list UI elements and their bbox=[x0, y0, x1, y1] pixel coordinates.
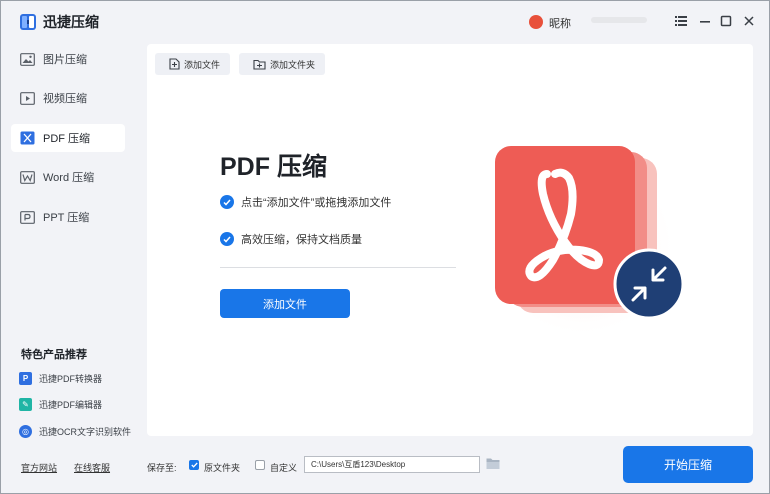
user-name[interactable]: 昵称 bbox=[549, 15, 571, 31]
custom-folder-label: 自定义 bbox=[270, 463, 298, 473]
ppt-compress-icon bbox=[19, 209, 35, 225]
output-path-input[interactable] bbox=[304, 456, 480, 473]
start-compress-button[interactable]: 开始压缩 bbox=[623, 446, 753, 483]
checkmark-icon bbox=[190, 462, 198, 468]
sidebar-item-label: Word 压缩 bbox=[43, 172, 95, 184]
save-to-label: 保存至: bbox=[147, 463, 177, 473]
product-label: 迅捷OCR文字识别软件 bbox=[39, 426, 131, 437]
sidebar: 图片压缩 视频压缩 PDF 压缩 Word 压缩 PPT 压缩 特色产品推荐 P… bbox=[1, 41, 141, 494]
product-pdf-converter[interactable]: P 迅捷PDF转换器 bbox=[19, 370, 102, 386]
image-compress-icon bbox=[19, 51, 35, 67]
sidebar-item-word[interactable]: Word 压缩 bbox=[11, 163, 125, 191]
ocr-icon: ◎ bbox=[19, 424, 32, 438]
add-folder-toolbar-button[interactable]: 添加文件夹 bbox=[239, 53, 326, 75]
sidebar-item-label: 图片压缩 bbox=[43, 54, 87, 66]
minimize-icon bbox=[700, 21, 710, 23]
sidebar-item-label: PDF 压缩 bbox=[43, 133, 91, 145]
add-folder-label: 添加文件夹 bbox=[270, 59, 316, 70]
tip-item: 点击“添加文件”或拖拽添加文件 bbox=[220, 194, 391, 210]
sidebar-item-label: PPT 压缩 bbox=[43, 212, 90, 224]
pdf-compress-icon bbox=[19, 130, 35, 146]
close-icon bbox=[744, 16, 754, 26]
add-file-button[interactable]: 添加文件 bbox=[220, 289, 350, 318]
check-circle-icon bbox=[220, 232, 234, 246]
app-logo-icon bbox=[20, 14, 36, 30]
source-folder-checkbox[interactable] bbox=[189, 460, 199, 470]
sidebar-item-pdf[interactable]: PDF 压缩 bbox=[11, 124, 125, 152]
tip-item: 高效压缩，保持文档质量 bbox=[220, 231, 362, 247]
sidebar-item-ppt[interactable]: PPT 压缩 bbox=[11, 203, 125, 231]
video-compress-icon bbox=[19, 90, 35, 106]
product-ocr[interactable]: ◎ 迅捷OCR文字识别软件 bbox=[19, 423, 131, 439]
minimize-button[interactable] bbox=[697, 13, 713, 29]
user-id-redacted bbox=[591, 17, 647, 23]
tip-text: 高效压缩，保持文档质量 bbox=[241, 234, 362, 246]
pdf-converter-icon: P bbox=[19, 371, 32, 385]
tip-text: 点击“添加文件”或拖拽添加文件 bbox=[241, 197, 392, 209]
main-panel[interactable]: 添加文件 添加文件夹 PDF 压缩 点击“添加文件”或拖拽添加文件 高效压缩，保… bbox=[147, 44, 753, 436]
add-file-label: 添加文件 bbox=[184, 59, 221, 70]
sidebar-item-video[interactable]: 视频压缩 bbox=[11, 84, 125, 112]
app-title: 迅捷压缩 bbox=[43, 14, 99, 30]
app-window: 迅捷压缩 昵称 图片压缩 视频压缩 PDF 压缩 Word 压缩 PPT 压缩 … bbox=[0, 0, 770, 494]
add-file-toolbar-button[interactable]: 添加文件 bbox=[155, 53, 231, 75]
product-label: 迅捷PDF转换器 bbox=[39, 373, 103, 384]
title-bar: 迅捷压缩 昵称 bbox=[1, 1, 769, 41]
official-website-link[interactable]: 官方网站 bbox=[21, 461, 57, 474]
featured-products-title: 特色产品推荐 bbox=[21, 349, 87, 361]
product-label: 迅捷PDF编辑器 bbox=[39, 399, 103, 410]
page-title: PDF 压缩 bbox=[220, 153, 327, 181]
custom-folder-checkbox[interactable] bbox=[255, 460, 265, 470]
folder-icon[interactable] bbox=[486, 457, 500, 470]
word-compress-icon bbox=[19, 169, 35, 185]
check-circle-icon bbox=[220, 195, 234, 209]
divider bbox=[220, 267, 456, 268]
sidebar-item-label: 视频压缩 bbox=[43, 93, 87, 105]
maximize-button[interactable] bbox=[718, 13, 734, 29]
source-folder-label: 原文件夹 bbox=[204, 463, 241, 473]
menu-button[interactable] bbox=[673, 13, 689, 29]
add-file-icon bbox=[169, 58, 180, 70]
menu-list-icon bbox=[675, 16, 687, 26]
avatar[interactable] bbox=[529, 15, 543, 29]
add-folder-icon bbox=[253, 59, 266, 70]
pdf-compress-illustration-icon bbox=[487, 146, 685, 338]
maximize-icon bbox=[720, 15, 732, 27]
product-pdf-editor[interactable]: ✎ 迅捷PDF编辑器 bbox=[19, 396, 102, 412]
online-support-link[interactable]: 在线客服 bbox=[74, 461, 110, 474]
sidebar-item-image[interactable]: 图片压缩 bbox=[11, 45, 125, 73]
close-button[interactable] bbox=[741, 13, 757, 29]
pdf-editor-icon: ✎ bbox=[19, 397, 32, 411]
